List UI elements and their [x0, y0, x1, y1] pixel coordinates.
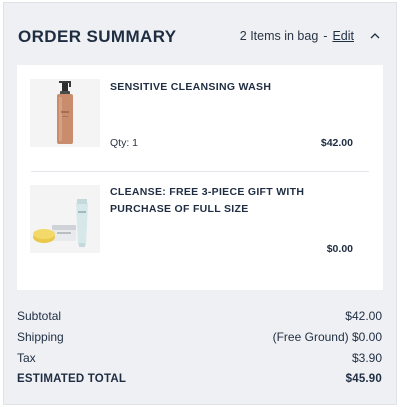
subtotal-row: Subtotal $42.00 — [17, 306, 382, 327]
estimated-total-label: ESTIMATED TOTAL — [17, 373, 127, 385]
product-image-gift-set[interactable] — [30, 185, 100, 253]
item-name[interactable]: CLEANSE: FREE 3-PIECE GIFT WITH PURCHASE… — [110, 184, 359, 218]
bag-info-separator: - — [323, 29, 328, 43]
product-image-cleansing-wash[interactable] — [30, 79, 100, 147]
shipping-row: Shipping (Free Ground) $0.00 — [17, 327, 382, 348]
tax-value: $3.90 — [351, 351, 382, 365]
subtotal-label: Subtotal — [17, 309, 62, 323]
item-price: $42.00 — [320, 137, 353, 149]
list-item[interactable]: CLEANSE: FREE 3-PIECE GIFT WITH PURCHASE… — [17, 172, 383, 290]
tax-label: Tax — [17, 351, 36, 365]
bag-info: 2 Items in bag - Edit — [240, 29, 382, 43]
order-summary-title: ORDER SUMMARY — [18, 27, 177, 46]
item-name[interactable]: SENSITIVE CLEANSING WASH — [110, 79, 359, 96]
estimated-total-row: ESTIMATED TOTAL $45.90 — [17, 369, 382, 390]
shipping-value: (Free Ground) $0.00 — [272, 330, 382, 344]
estimated-total-value: $45.90 — [345, 373, 382, 385]
subtotal-value: $42.00 — [345, 309, 382, 323]
order-summary-header: ORDER SUMMARY 2 Items in bag - Edit — [4, 3, 396, 65]
tax-row: Tax $3.90 — [17, 348, 382, 369]
bag-items-list: SENSITIVE CLEANSING WASH Qty: 1 $42.00 C… — [17, 65, 383, 290]
item-price: $0.00 — [326, 243, 353, 255]
order-totals: Subtotal $42.00 Shipping (Free Ground) $… — [17, 306, 382, 390]
order-summary-panel: ORDER SUMMARY 2 Items in bag - Edit SENS… — [3, 2, 397, 405]
item-quantity: Qty: 1 — [110, 137, 139, 149]
shipping-label: Shipping — [17, 330, 64, 344]
edit-bag-link[interactable]: Edit — [332, 29, 354, 43]
list-item[interactable]: SENSITIVE CLEANSING WASH Qty: 1 $42.00 — [17, 65, 383, 171]
bag-item-count: 2 Items in bag — [239, 29, 319, 43]
chevron-up-icon[interactable] — [368, 29, 382, 43]
